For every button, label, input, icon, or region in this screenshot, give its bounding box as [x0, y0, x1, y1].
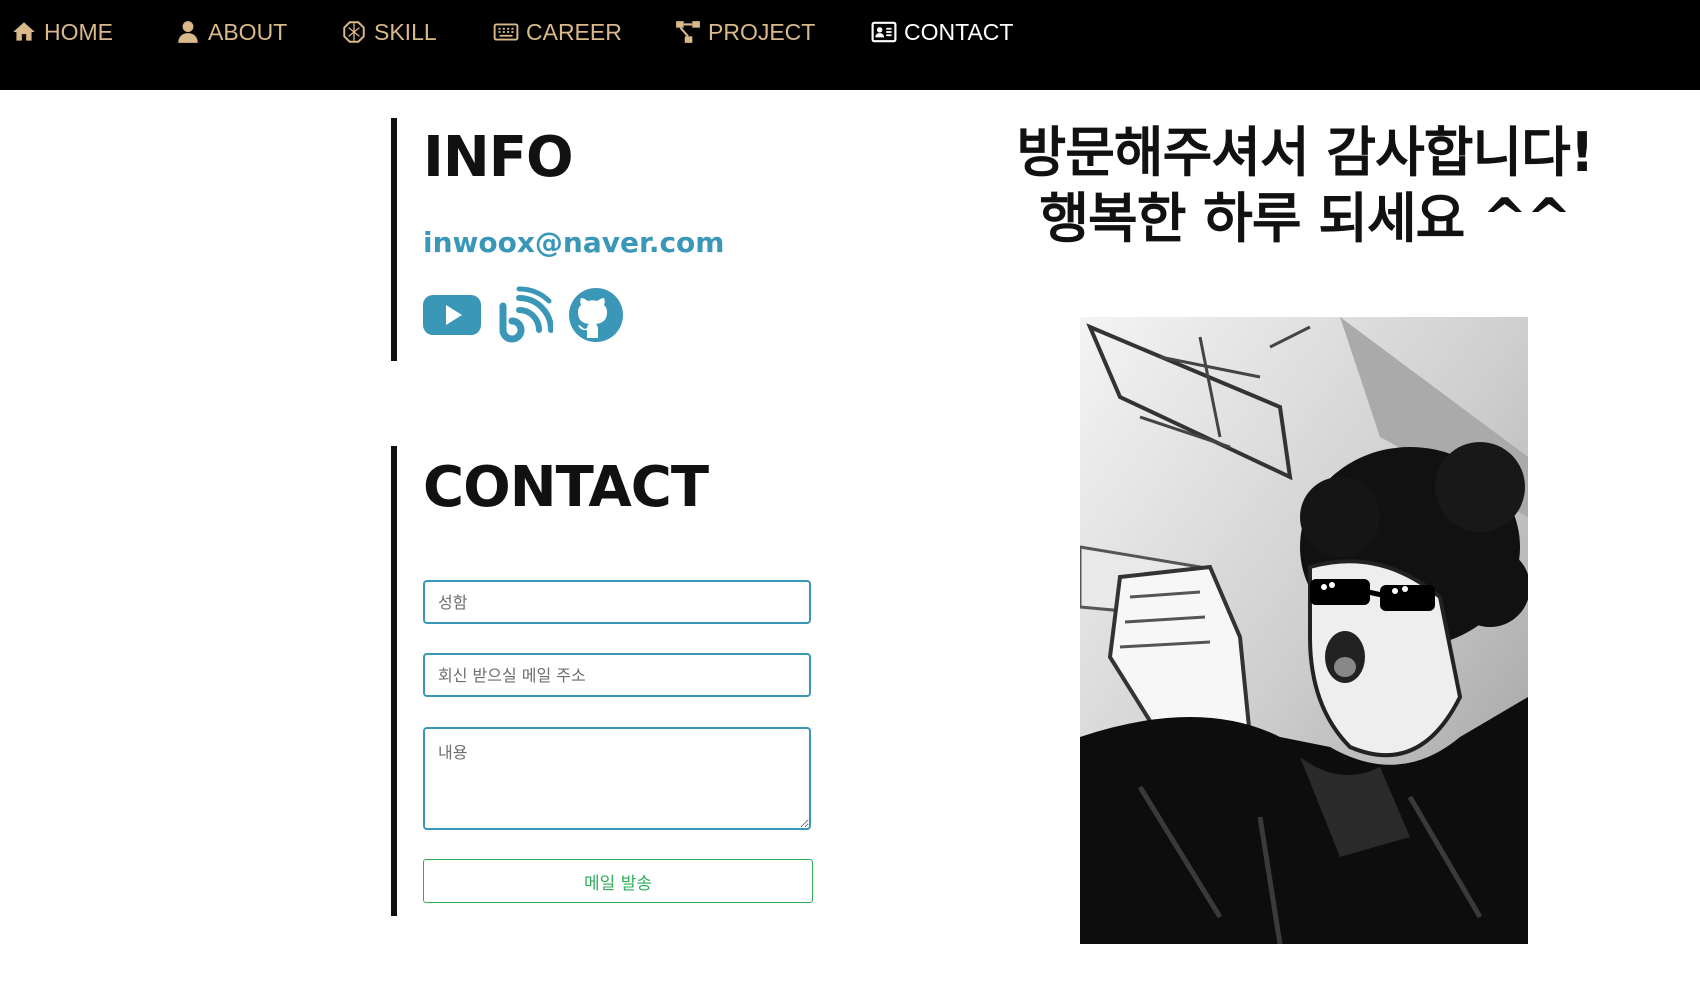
- greeting: 방문해주셔서 감사합니다! 행복한 하루 되세요 ^^: [960, 120, 1650, 252]
- nav-label-contact: CONTACT: [904, 18, 1014, 45]
- youtube-icon[interactable]: [423, 286, 481, 344]
- blog-icon[interactable]: [495, 286, 553, 344]
- greeting-line-2: 행복한 하루 되세요 ^^: [1039, 187, 1571, 250]
- user-icon: [174, 18, 202, 46]
- nav-label-project: PROJECT: [708, 18, 816, 45]
- github-icon[interactable]: [567, 286, 625, 344]
- nav-career[interactable]: CAREER: [492, 14, 622, 50]
- info-title: INFO: [423, 125, 574, 190]
- nav-home[interactable]: HOME: [10, 14, 113, 50]
- social-links: [423, 286, 625, 344]
- contact-card-icon: [870, 18, 898, 46]
- nav-label-career: CAREER: [526, 18, 622, 45]
- skill-icon: [340, 18, 368, 46]
- nav-label-skill: SKILL: [374, 18, 437, 45]
- contact-title: CONTACT: [423, 455, 709, 520]
- greeting-line-1: 방문해주셔서 감사합니다!: [1016, 121, 1595, 184]
- profile-illustration: [1080, 317, 1528, 944]
- nav-label-about: ABOUT: [208, 18, 288, 45]
- project-tree-icon: [674, 18, 702, 46]
- nav-contact[interactable]: CONTACT: [870, 14, 1013, 50]
- email-link[interactable]: inwoox@naver.com: [423, 226, 724, 259]
- name-field[interactable]: [423, 580, 811, 624]
- nav-about[interactable]: ABOUT: [174, 14, 287, 50]
- contact-section: CONTACT 메일 발송: [391, 446, 817, 916]
- message-field[interactable]: [423, 727, 811, 830]
- nav-label-home: HOME: [44, 18, 113, 45]
- top-nav: HOME ABOUT SKILL CAREER PROJECT CONTACT: [0, 0, 1700, 90]
- keyboard-icon: [492, 18, 520, 46]
- reply-email-field[interactable]: [423, 653, 811, 697]
- nav-skill[interactable]: SKILL: [340, 14, 437, 50]
- send-mail-button[interactable]: 메일 발송: [423, 859, 813, 903]
- nav-project[interactable]: PROJECT: [674, 14, 815, 50]
- info-section: INFO inwoox@naver.com: [391, 118, 817, 361]
- home-icon: [10, 18, 38, 46]
